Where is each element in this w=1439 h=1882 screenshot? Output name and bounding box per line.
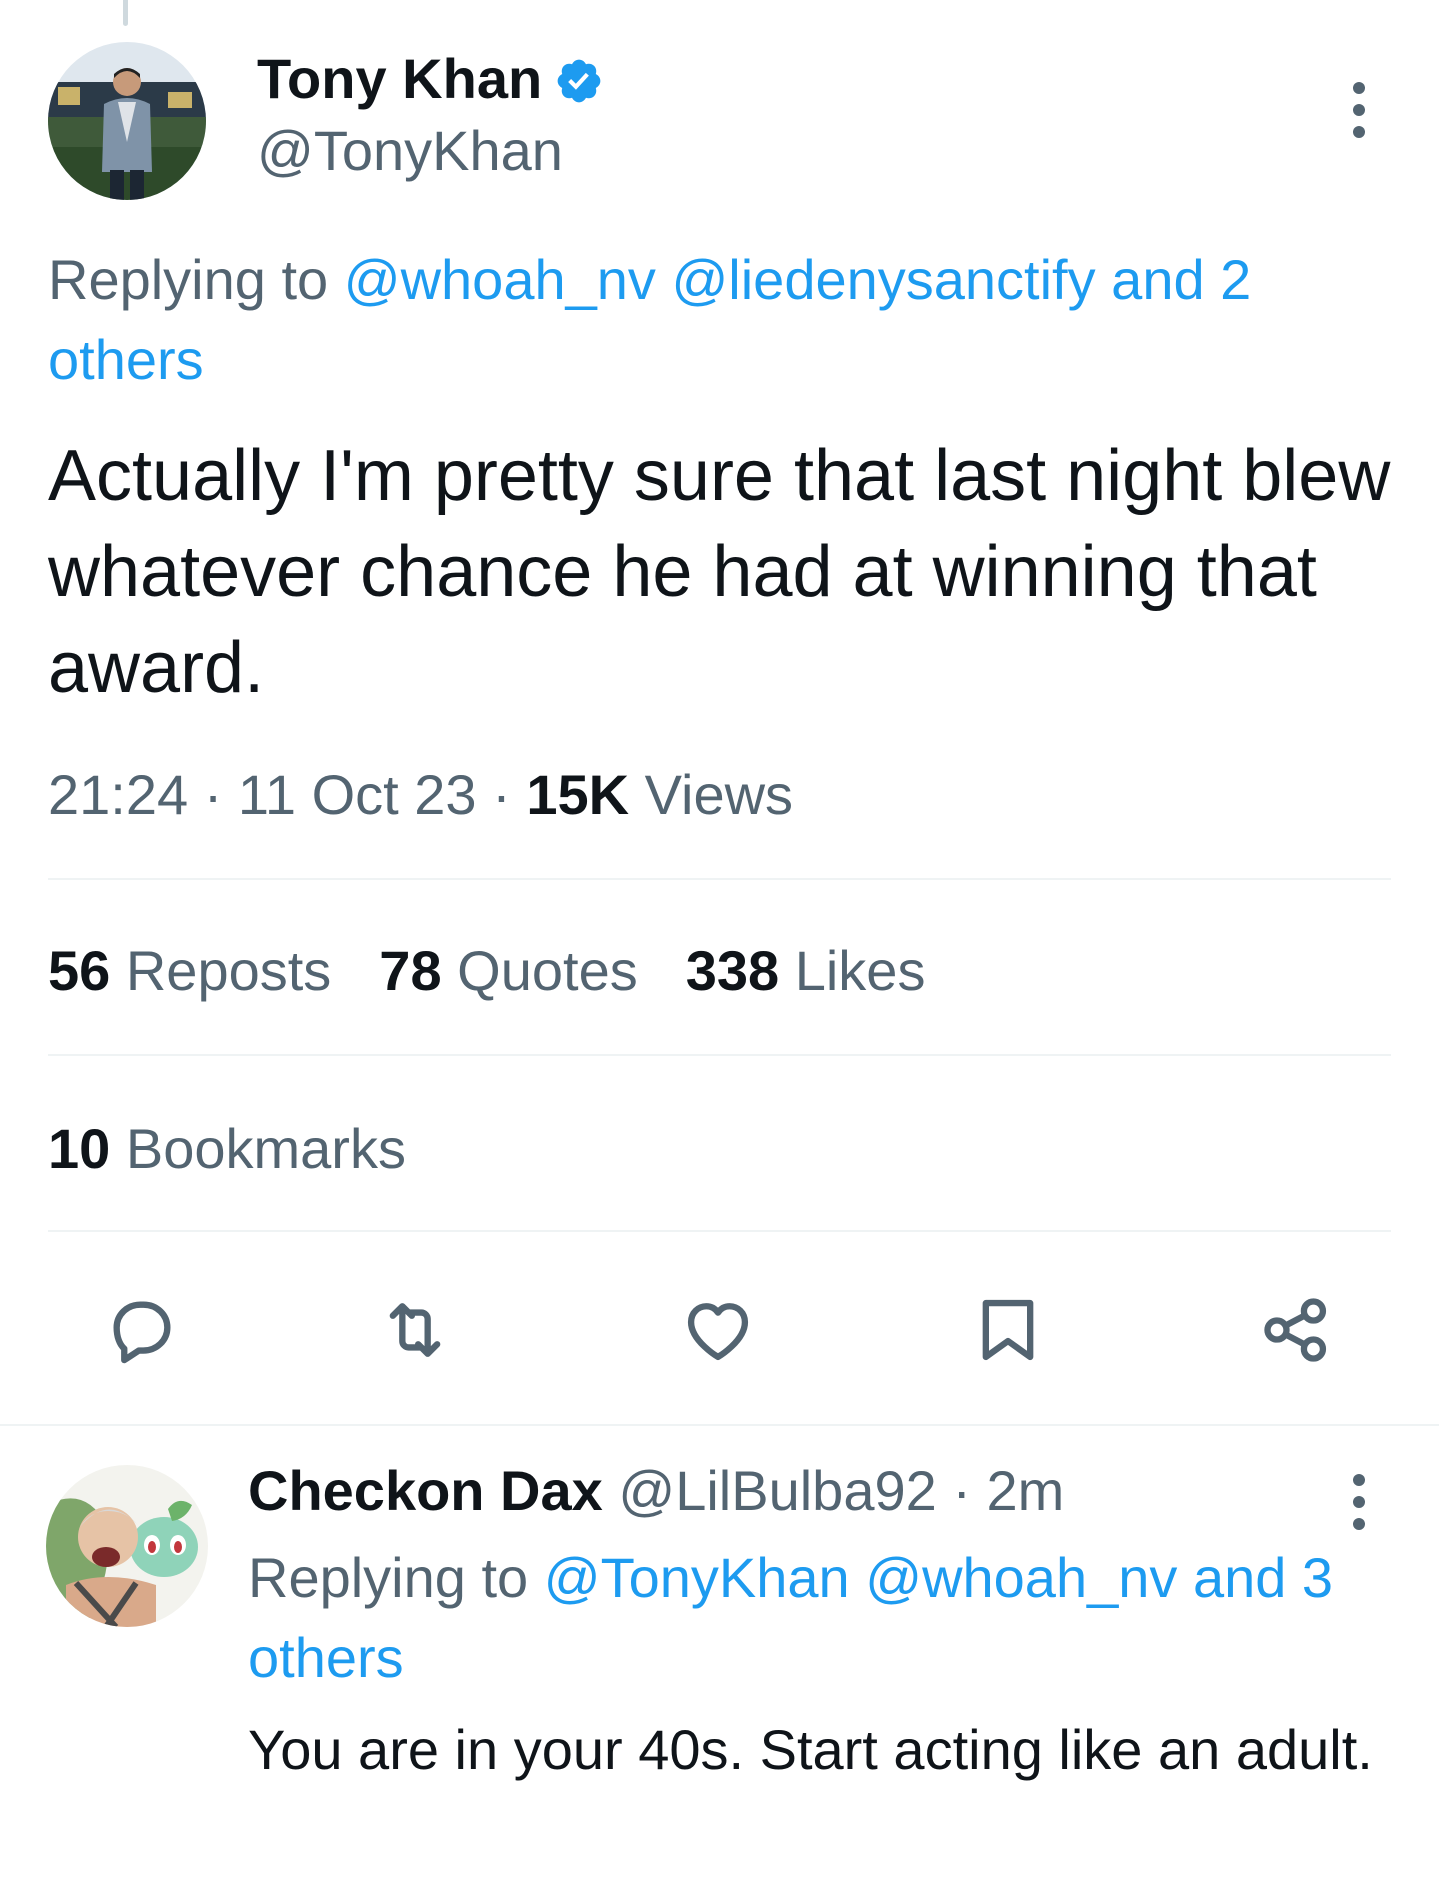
tweet-text: Actually I'm pretty sure that last night… bbox=[48, 436, 1391, 708]
tweet-meta: 21:24 · 11 Oct 23 · 15K Views bbox=[48, 760, 793, 830]
reposts-stat[interactable]: 56 Reposts bbox=[48, 939, 331, 1002]
reply-header: Checkon Dax @LilBulba92 · 2m bbox=[248, 1455, 1064, 1527]
views-count[interactable]: 15K bbox=[526, 763, 629, 826]
bookmarks-stat[interactable]: 10 Bookmarks bbox=[48, 1114, 406, 1184]
reply-author-name[interactable]: Checkon Dax bbox=[248, 1459, 603, 1522]
quotes-stat[interactable]: 78 Quotes bbox=[379, 939, 637, 1002]
meta-separator: · bbox=[203, 763, 223, 826]
share-icon bbox=[1264, 1298, 1327, 1362]
reply-more-options-icon[interactable] bbox=[1347, 1472, 1371, 1532]
tweet-time[interactable]: 21:24 bbox=[48, 763, 188, 826]
replying-prefix: Replying to bbox=[48, 248, 344, 311]
reposts-label: Reposts bbox=[125, 939, 332, 1002]
author-name[interactable]: Tony Khan bbox=[257, 46, 604, 112]
likes-count: 338 bbox=[685, 939, 780, 1002]
mention-link[interactable]: @whoah_nv bbox=[344, 248, 656, 311]
author-handle[interactable]: @TonyKhan bbox=[257, 118, 563, 184]
retweet-icon bbox=[389, 1303, 441, 1357]
section-divider bbox=[0, 1424, 1439, 1426]
verified-badge-icon bbox=[554, 54, 604, 104]
divider bbox=[48, 1230, 1391, 1232]
replying-prefix: Replying to bbox=[248, 1546, 544, 1609]
share-button[interactable] bbox=[1256, 1290, 1336, 1370]
quotes-label: Quotes bbox=[457, 939, 638, 1002]
repost-button[interactable] bbox=[375, 1290, 455, 1370]
comment-icon bbox=[113, 1301, 171, 1364]
likes-stat[interactable]: 338 Likes bbox=[686, 939, 926, 1002]
more-options-icon[interactable] bbox=[1347, 80, 1371, 140]
author-name-text: Tony Khan bbox=[257, 47, 543, 110]
bookmark-icon bbox=[982, 1299, 1034, 1361]
replying-to-line: Replying to @whoah_nv @liedenysanctify a… bbox=[48, 240, 1398, 400]
reply-author-handle[interactable]: @LilBulba92 bbox=[618, 1459, 936, 1522]
reply-author-avatar[interactable] bbox=[46, 1465, 208, 1627]
reply-time-ago[interactable]: 2m bbox=[987, 1459, 1065, 1522]
like-button[interactable] bbox=[678, 1290, 758, 1370]
reposts-count: 56 bbox=[48, 939, 111, 1002]
tweet-date[interactable]: 11 Oct 23 bbox=[238, 763, 477, 826]
divider bbox=[48, 878, 1391, 880]
engagement-stats: 56 Reposts 78 Quotes 338 Likes bbox=[48, 936, 925, 1006]
heart-icon bbox=[687, 1303, 749, 1361]
divider bbox=[48, 1054, 1391, 1056]
reply-tweet-text: You are in your 40s. Start acting like a… bbox=[248, 1718, 1373, 1781]
mention-link[interactable]: @liedenysanctify bbox=[671, 248, 1095, 311]
bookmark-button[interactable] bbox=[968, 1290, 1048, 1370]
mention-link[interactable]: @whoah_nv bbox=[865, 1546, 1177, 1609]
quotes-count: 78 bbox=[379, 939, 442, 1002]
views-label[interactable]: Views bbox=[645, 763, 793, 826]
bookmarks-label: Bookmarks bbox=[125, 1117, 406, 1180]
reply-separator: · bbox=[952, 1459, 971, 1522]
reply-replying-to-line: Replying to @TonyKhan @whoah_nv and 3 ot… bbox=[248, 1538, 1398, 1698]
likes-label: Likes bbox=[794, 939, 926, 1002]
author-avatar[interactable] bbox=[48, 42, 206, 200]
bookmarks-count: 10 bbox=[48, 1117, 111, 1180]
tweet-detail-page: Tony Khan @TonyKhan Replying to @whoah_n… bbox=[0, 0, 1439, 1882]
meta-separator: · bbox=[492, 763, 511, 826]
thread-connector-line bbox=[123, 0, 128, 26]
mention-link[interactable]: @TonyKhan bbox=[544, 1546, 850, 1609]
reply-button[interactable] bbox=[102, 1290, 182, 1370]
